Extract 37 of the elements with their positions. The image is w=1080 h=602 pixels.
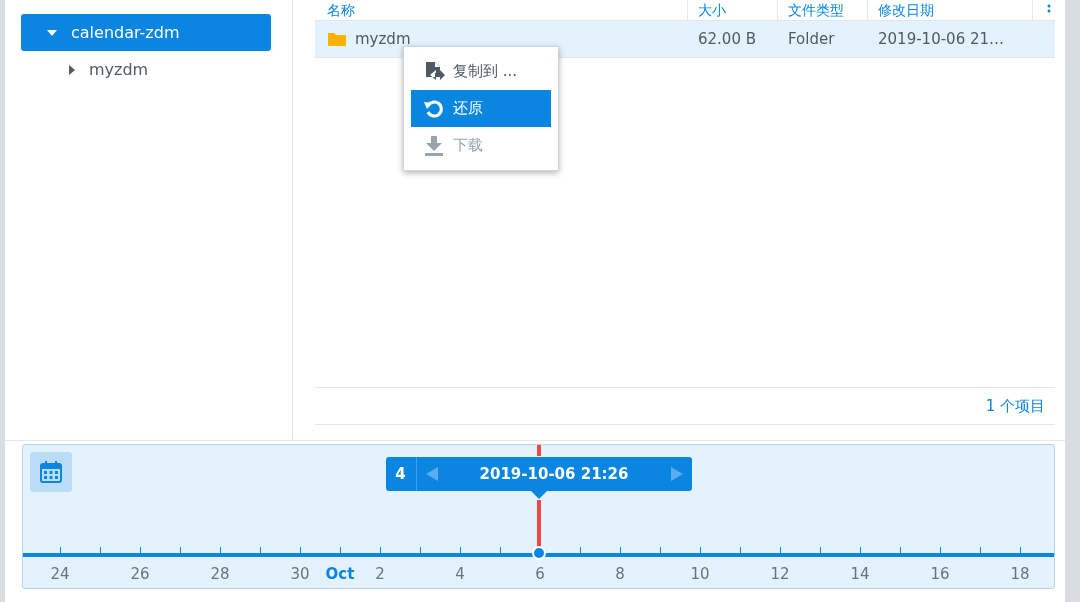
version-date: 2019-10-06 21:26 xyxy=(478,465,630,483)
column-header[interactable]: 修改日期 xyxy=(868,0,1033,20)
column-header[interactable]: 文件类型 xyxy=(778,0,868,20)
column-header[interactable]: 大小 xyxy=(688,0,778,20)
axis-label: Oct xyxy=(325,565,355,583)
tree-item[interactable]: calendar-zdm xyxy=(21,14,271,51)
folder-icon xyxy=(327,31,347,47)
axis-label: 12 xyxy=(770,565,790,583)
tree-item[interactable]: myzdm xyxy=(21,51,271,88)
axis-label: 16 xyxy=(930,565,950,583)
restore-icon xyxy=(423,97,445,120)
axis-label: 18 xyxy=(1010,565,1030,583)
axis-label: 28 xyxy=(210,565,230,583)
axis-label: 30 xyxy=(290,565,310,583)
table-cell-text: Folder xyxy=(787,30,836,48)
axis-label: 4 xyxy=(455,565,465,583)
calendar-icon xyxy=(39,460,63,484)
axis-label: 26 xyxy=(130,565,150,583)
download-icon xyxy=(423,134,445,157)
version-count: 4 xyxy=(385,457,417,491)
menu-item[interactable]: 还原 xyxy=(411,90,551,127)
calendar-button[interactable] xyxy=(30,452,72,492)
table-cell-text: 2019-10-06 21… xyxy=(877,30,1006,48)
axis-label: 14 xyxy=(850,565,870,583)
file-copy-icon xyxy=(423,60,445,83)
table-cell: myzdm xyxy=(355,30,411,48)
column-header[interactable]: 名称 xyxy=(315,0,688,20)
slider-thumb[interactable] xyxy=(531,546,546,560)
axis-label: 6 xyxy=(535,565,545,583)
axis-label: 8 xyxy=(615,565,625,583)
expand-arrow-icon[interactable] xyxy=(69,64,75,75)
table-cell-text: 62.00 B xyxy=(697,30,757,48)
table-row[interactable]: myzdm 62.00 B Folder 2019-10-06 21… xyxy=(315,21,1055,58)
item-count: 1 个项目 xyxy=(985,396,1045,416)
axis-label: 24 xyxy=(50,565,70,583)
axis-label: 2 xyxy=(375,565,385,583)
axis-label: 10 xyxy=(690,565,710,583)
